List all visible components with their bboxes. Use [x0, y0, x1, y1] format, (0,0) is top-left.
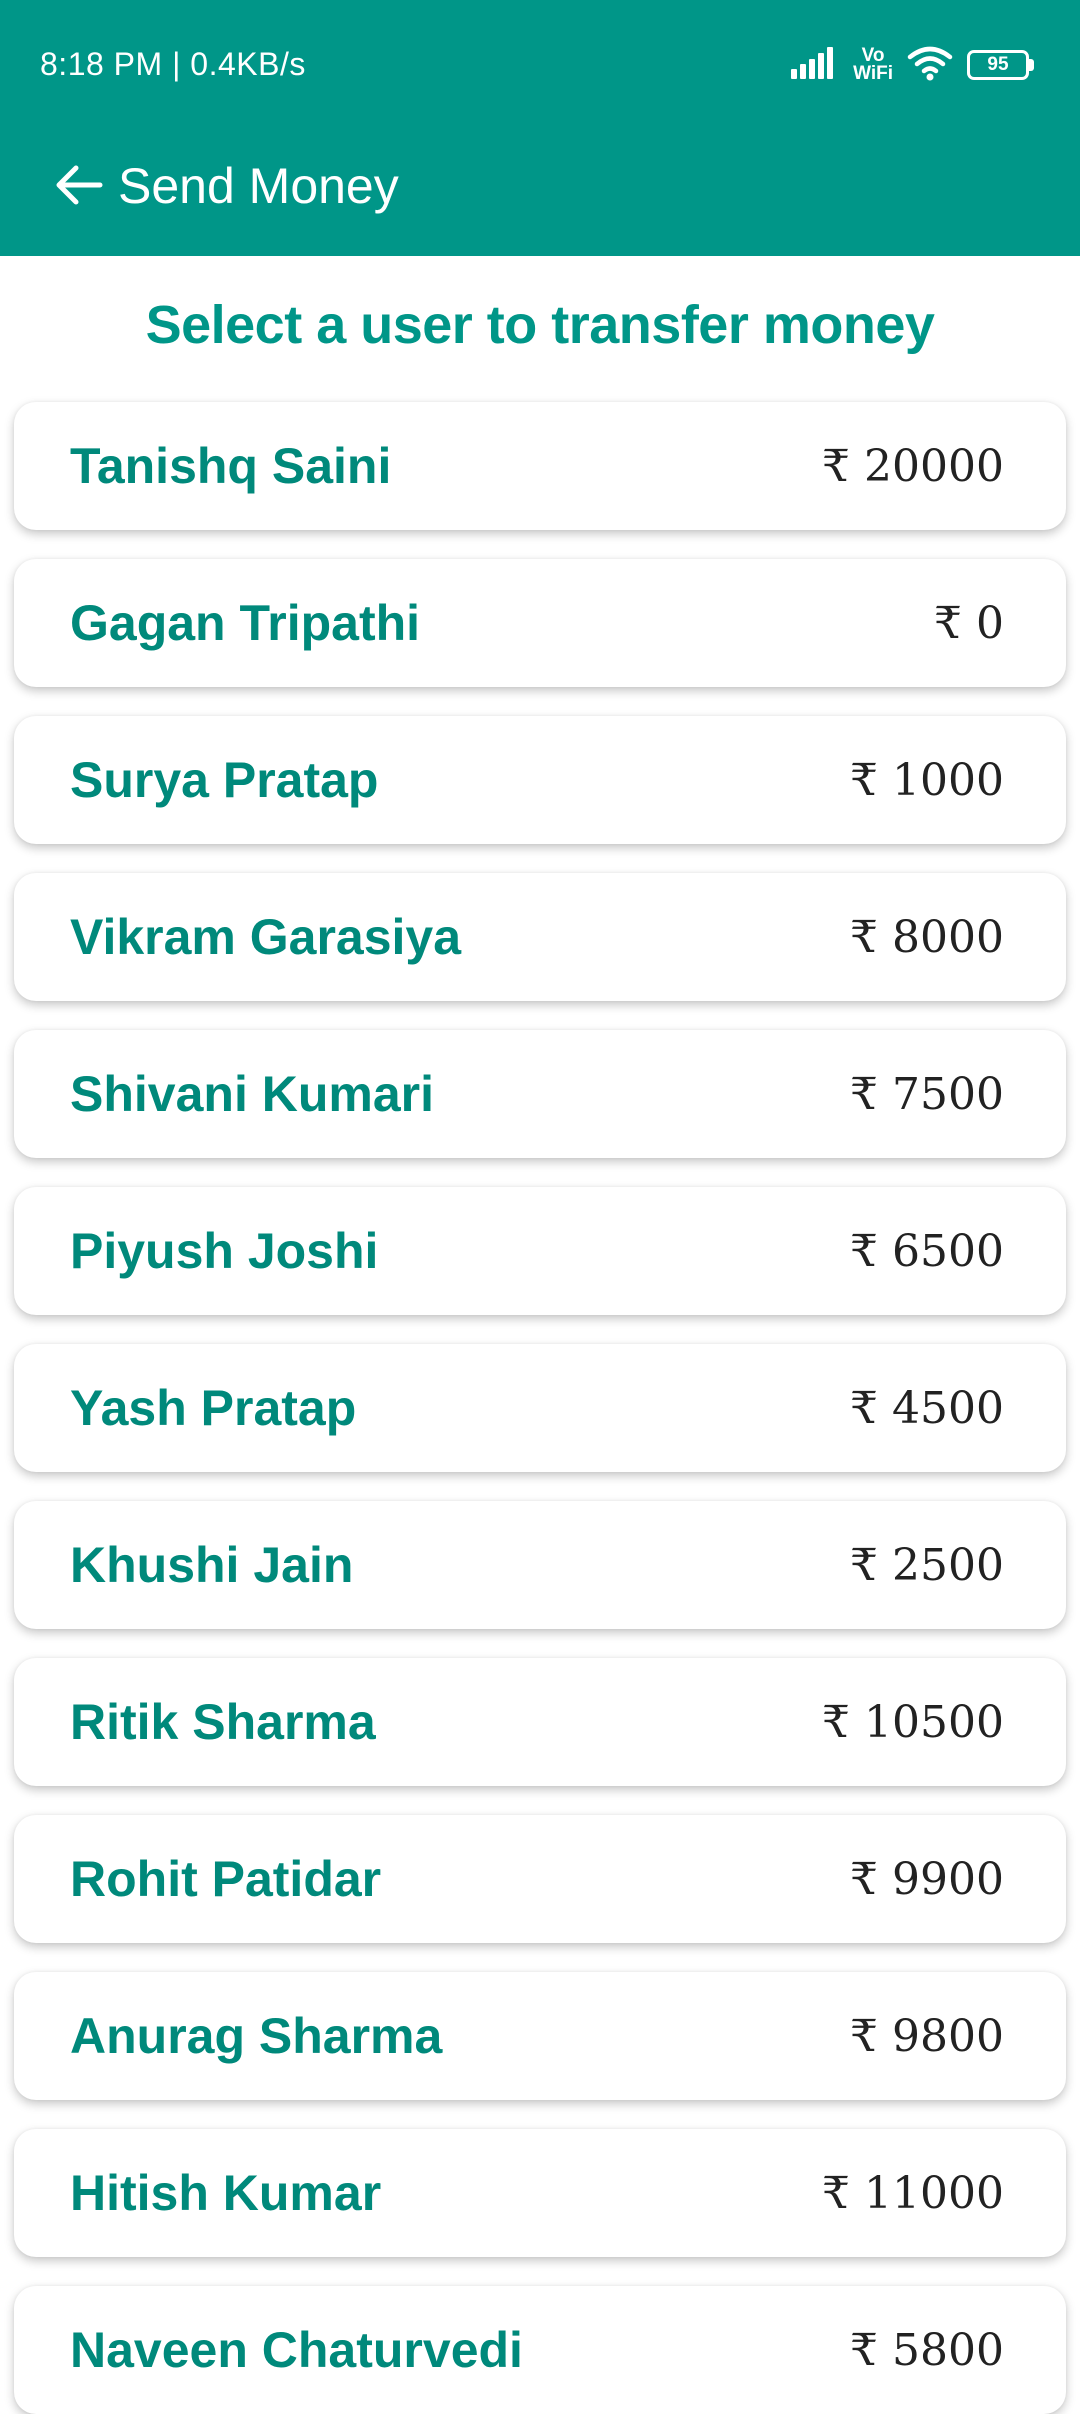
user-balance: ₹ 0 — [934, 598, 1004, 649]
user-balance: ₹ 10500 — [822, 1697, 1004, 1748]
user-card-rohit-patidar[interactable]: Rohit Patidar ₹ 9900 — [14, 1815, 1066, 1943]
user-card-yash-pratap[interactable]: Yash Pratap ₹ 4500 — [14, 1344, 1066, 1472]
user-name: Rohit Patidar — [70, 1851, 382, 1907]
user-name: Gagan Tripathi — [70, 595, 421, 651]
app-bar: Send Money — [0, 130, 1080, 256]
user-balance: ₹ 11000 — [822, 2168, 1004, 2219]
status-time: 8:18 PM | 0.4KB/s — [40, 46, 306, 82]
user-balance: ₹ 20000 — [822, 441, 1004, 492]
battery-tip — [1029, 59, 1034, 71]
user-card-naveen-chaturvedi[interactable]: Naveen Chaturvedi ₹ 5800 — [14, 2286, 1066, 2414]
battery-level: 95 — [987, 54, 1009, 75]
user-name: Ritik Sharma — [70, 1694, 376, 1750]
user-name: Anurag Sharma — [70, 2008, 443, 2064]
status-bar: 8:18 PM | 0.4KB/s Vo WiFi 95 — [0, 0, 1080, 130]
user-card-vikram-garasiya[interactable]: Vikram Garasiya ₹ 8000 — [14, 873, 1066, 1001]
user-balance: ₹ 2500 — [850, 1540, 1004, 1591]
user-balance: ₹ 5800 — [850, 2325, 1004, 2376]
battery-body: 95 — [967, 50, 1029, 80]
signal-icon — [791, 46, 839, 84]
user-name: Naveen Chaturvedi — [70, 2322, 523, 2378]
user-name: Khushi Jain — [70, 1537, 354, 1593]
user-name: Tanishq Saini — [70, 438, 392, 494]
user-card-hitish-kumar[interactable]: Hitish Kumar ₹ 11000 — [14, 2129, 1066, 2257]
user-name: Surya Pratap — [70, 752, 379, 808]
user-card-ritik-sharma[interactable]: Ritik Sharma ₹ 10500 — [14, 1658, 1066, 1786]
user-card-anurag-sharma[interactable]: Anurag Sharma ₹ 9800 — [14, 1972, 1066, 2100]
vowifi-indicator: Vo WiFi — [853, 46, 893, 84]
user-name: Yash Pratap — [70, 1380, 357, 1436]
user-name: Piyush Joshi — [70, 1223, 379, 1279]
user-balance: ₹ 8000 — [850, 912, 1004, 963]
user-balance: ₹ 6500 — [850, 1226, 1004, 1277]
user-balance: ₹ 4500 — [850, 1383, 1004, 1434]
user-name: Hitish Kumar — [70, 2165, 382, 2221]
user-card-surya-pratap[interactable]: Surya Pratap ₹ 1000 — [14, 716, 1066, 844]
user-balance: ₹ 1000 — [850, 755, 1004, 806]
user-card-khushi-jain[interactable]: Khushi Jain ₹ 2500 — [14, 1501, 1066, 1629]
user-card-gagan-tripathi[interactable]: Gagan Tripathi ₹ 0 — [14, 559, 1066, 687]
battery-icon: 95 — [967, 50, 1034, 80]
user-balance: ₹ 9800 — [850, 2011, 1004, 2062]
wifi-icon — [907, 45, 953, 86]
vowifi-bottom: WiFi — [853, 63, 893, 84]
status-icons: Vo WiFi 95 — [791, 40, 1034, 90]
user-card-tanishq-saini[interactable]: Tanishq Saini ₹ 20000 — [14, 402, 1066, 530]
back-button[interactable] — [44, 152, 114, 222]
user-balance: ₹ 9900 — [850, 1854, 1004, 1905]
section-heading: Select a user to transfer money — [145, 295, 935, 355]
user-name: Vikram Garasiya — [70, 909, 462, 965]
user-balance: ₹ 7500 — [850, 1069, 1004, 1120]
user-card-shivani-kumari[interactable]: Shivani Kumari ₹ 7500 — [14, 1030, 1066, 1158]
arrow-left-icon — [54, 162, 104, 213]
user-card-piyush-joshi[interactable]: Piyush Joshi ₹ 6500 — [14, 1187, 1066, 1315]
user-name: Shivani Kumari — [70, 1066, 434, 1122]
page-title: Send Money — [118, 158, 399, 214]
